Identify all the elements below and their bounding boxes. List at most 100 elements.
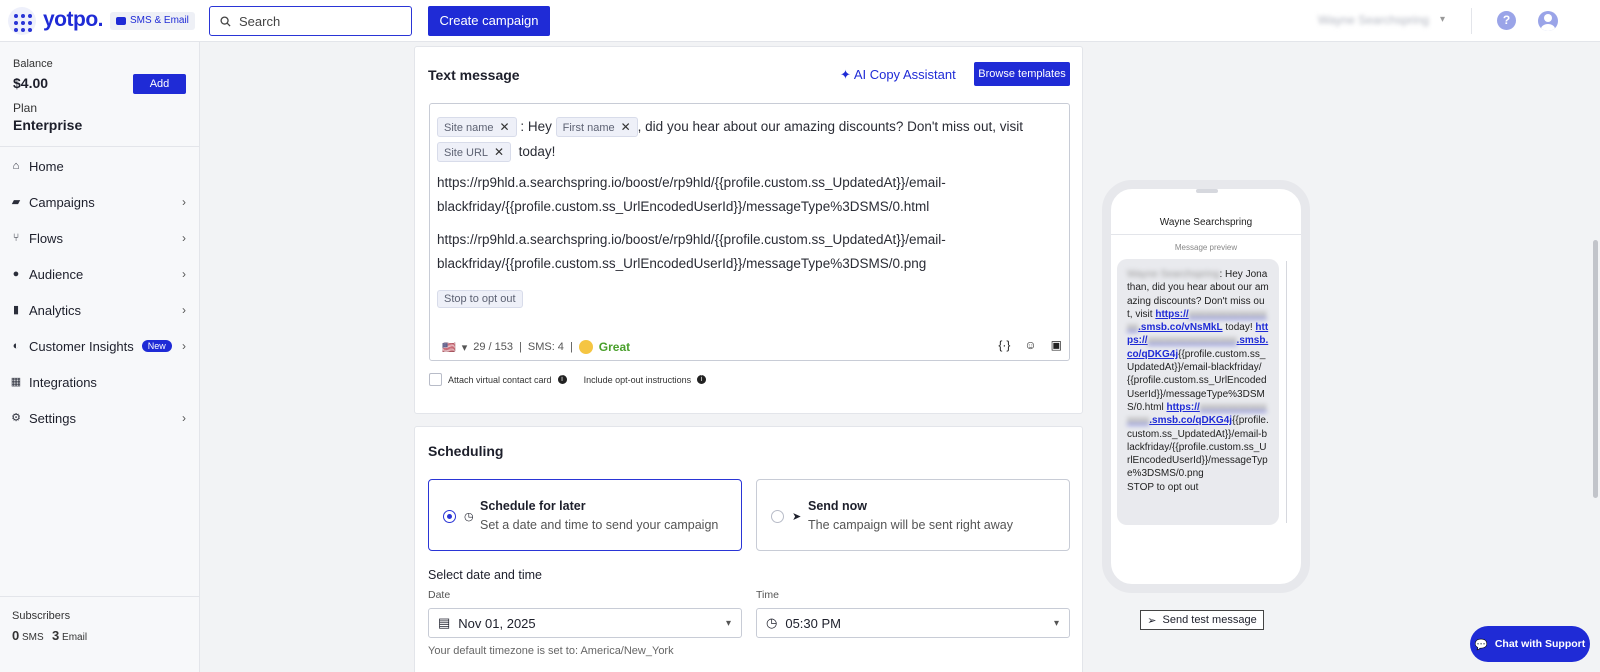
page-scrollbar[interactable] <box>1593 240 1598 498</box>
first-name-chip[interactable]: First name ✕ <box>555 117 638 137</box>
sidebar-item-customer-insights[interactable]: ◐ Customer Insights New › <box>0 331 200 361</box>
sidebar-item-integrations[interactable]: ▦ Integrations <box>0 367 200 397</box>
image-icon[interactable]: ▣ <box>1051 338 1062 352</box>
time-picker[interactable]: ◷ 05:30 PM ▾ <box>756 608 1070 638</box>
phone-notch <box>1196 189 1218 193</box>
send-test-label: Send test message <box>1162 614 1257 626</box>
sidebar-item-flows[interactable]: ⑂ Flows › <box>0 223 200 253</box>
message-options: Attach virtual contact card i Include op… <box>429 373 707 386</box>
scheduling-title: Scheduling <box>428 443 504 459</box>
message-line: Site URL ✕ today! <box>437 142 555 162</box>
message-bubble: Wayne Searchspring: Hey Jonathan, did yo… <box>1117 259 1279 525</box>
clock-icon: ◷ <box>464 511 474 523</box>
send-now-radio[interactable] <box>771 510 784 523</box>
message-line: Site name ✕ : Hey First name ✕ , did you he… <box>437 117 1023 137</box>
email-label: Email <box>62 632 88 643</box>
site-name-chip[interactable]: Site name ✕ <box>437 117 517 137</box>
separator: | <box>569 341 573 353</box>
product-badge-label: SMS & Email <box>130 15 189 26</box>
chevron-down-icon[interactable]: ▾ <box>1440 14 1445 25</box>
sidebar-item-settings[interactable]: ⚙ Settings › <box>0 403 200 433</box>
insights-icon: ◐ <box>12 340 20 352</box>
date-picker[interactable]: ▤ Nov 01, 2025 ▾ <box>428 608 742 638</box>
option-subtitle: The campaign will be sent right away <box>808 518 1013 532</box>
chevron-right-icon: › <box>182 411 186 425</box>
preview-store-name: Wayne Searchspring <box>1159 217 1253 228</box>
link-prefix: https:// <box>1155 308 1189 320</box>
clock-icon: ◷ <box>766 615 778 630</box>
divider <box>0 596 200 597</box>
emoji-icon[interactable]: ☺ <box>1024 338 1036 352</box>
sidebar-item-audience[interactable]: ● Audience › <box>0 259 200 289</box>
account-name[interactable]: Wayne Searchspring <box>1318 13 1429 27</box>
home-icon: ⌂ <box>12 160 20 172</box>
close-icon[interactable]: ✕ <box>494 145 504 159</box>
include-opt-out-label: Include opt-out instructions <box>583 374 692 385</box>
chip-label: Site name <box>444 122 494 134</box>
product-badge: SMS & Email <box>110 12 195 30</box>
sidebar-item-label: Home <box>29 158 64 174</box>
send-now-option[interactable]: ➤ Send now The campaign will be sent rig… <box>756 479 1070 551</box>
add-balance-button[interactable]: Add <box>133 74 186 94</box>
close-icon[interactable]: ✕ <box>500 120 510 134</box>
sms-label: SMS <box>22 632 44 643</box>
info-icon[interactable]: i <box>697 375 707 384</box>
preview-scrollbar[interactable] <box>1286 261 1287 523</box>
send-icon: ➢ <box>1147 614 1157 627</box>
chevron-right-icon: › <box>182 303 186 317</box>
calendar-icon: ▤ <box>438 615 451 630</box>
close-icon[interactable]: ✕ <box>621 120 631 134</box>
chevron-right-icon: › <box>182 195 186 209</box>
audience-icon: ● <box>12 268 20 280</box>
url-line: blackfriday/{{profile.custom.ss_UrlEncod… <box>437 199 930 214</box>
user-avatar-icon[interactable] <box>1538 11 1558 31</box>
message-preview-label: Message preview <box>1174 243 1238 252</box>
message-editor[interactable]: Site name ✕ : Hey First name ✕, did you he… <box>429 103 1070 361</box>
editor-tools: {·} ☺ ▣ <box>998 338 1062 352</box>
search-input[interactable]: Search <box>209 6 412 36</box>
sidebar-item-label: Flows <box>29 230 63 246</box>
separator: | <box>519 341 522 353</box>
option-title: Schedule for later <box>480 499 586 513</box>
timezone-note: Your default timezone is set to: America… <box>428 645 674 657</box>
sidebar-item-analytics[interactable]: ▮ Analytics › <box>0 295 200 325</box>
divider <box>1471 8 1472 34</box>
smiley-icon <box>578 340 593 354</box>
browse-templates-button[interactable]: Browse templates <box>974 62 1070 86</box>
sidebar-item-label: Analytics <box>29 302 82 318</box>
top-bar: yotpo. SMS & Email Search Create campaig… <box>0 0 1600 42</box>
send-test-message-button[interactable]: ➢ Send test message <box>1140 610 1264 630</box>
chevron-right-icon: › <box>182 231 186 245</box>
variables-icon[interactable]: {·} <box>998 338 1010 352</box>
chat-with-support-button[interactable]: 💬 Chat with Support <box>1470 626 1590 662</box>
sidebar-item-label: Campaigns <box>29 194 95 210</box>
chevron-down-icon[interactable]: ▾ <box>462 341 468 354</box>
yotpo-logo[interactable]: yotpo. <box>43 8 104 32</box>
message-text: , did you hear about our amazing discoun… <box>637 119 1023 134</box>
site-url-chip[interactable]: Site URL ✕ <box>437 142 512 162</box>
chevron-down-icon: ▾ <box>1053 617 1059 629</box>
plan-value: Enterprise <box>13 117 83 133</box>
message-line: Stop to opt out <box>437 290 523 308</box>
chevron-right-icon: › <box>182 339 186 353</box>
sms-email-icon <box>116 17 126 25</box>
us-flag-icon[interactable]: 🇺🇸 <box>442 341 456 354</box>
sidebar-item-home[interactable]: ⌂ Home <box>0 151 200 181</box>
url-line: blackfriday/{{profile.custom.ss_UrlEncod… <box>437 256 927 271</box>
send-icon: ➤ <box>792 511 802 523</box>
option-title: Send now <box>808 499 868 513</box>
ai-copy-assistant-button[interactable]: ✦ AI Copy Assistant <box>840 67 956 83</box>
url-line: https://rp9hld.a.searchspring.io/boost/e… <box>437 175 946 190</box>
schedule-later-radio[interactable] <box>443 510 456 523</box>
editor-footer: 🇺🇸 ▾ 29 / 153 | SMS: 4 | Great {·} ☺ ▣ <box>442 338 1062 356</box>
sidebar-item-campaigns[interactable]: ▰ Campaigns › <box>0 187 200 217</box>
opt-out-chip[interactable]: Stop to opt out <box>437 290 523 308</box>
chevron-right-icon: › <box>182 267 186 281</box>
attach-contact-card-checkbox[interactable] <box>429 373 442 386</box>
info-icon[interactable]: i <box>557 375 567 384</box>
schedule-for-later-option[interactable]: ◷ Schedule for later Set a date and time… <box>428 479 742 551</box>
date-value: Nov 01, 2025 <box>458 615 536 631</box>
create-campaign-button[interactable]: Create campaign <box>428 6 550 36</box>
app-grid-icon[interactable] <box>8 7 36 35</box>
help-icon[interactable]: ? <box>1497 11 1516 30</box>
